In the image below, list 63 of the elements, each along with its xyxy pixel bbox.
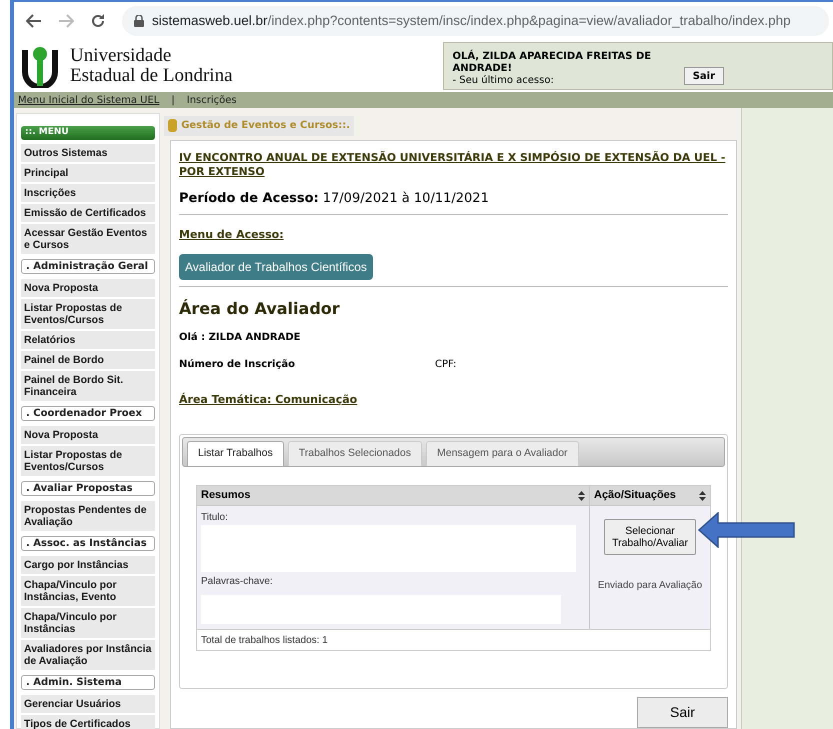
section-heading: Área do Avaliador: [179, 298, 341, 320]
column-header[interactable]: Resumos: [197, 486, 590, 506]
sort-icon: [699, 490, 706, 500]
address-bar[interactable]: sistemasweb.uel.br/index.php?contents=system/insc/index.php&pagina=view/avaliador_trabalho/index.php: [122, 6, 829, 36]
menu-item[interactable]: Outros Sistemas: [21, 144, 155, 162]
cpf-label: CPF:: [435, 358, 456, 372]
menu-section-header[interactable]: . Avaliar Propostas: [21, 480, 155, 496]
exit-button[interactable]: Sair: [637, 697, 728, 728]
menu-item[interactable]: Relatórios: [21, 330, 155, 348]
menu-item[interactable]: Acessar Gestão Eventos e Cursos: [21, 224, 155, 254]
back-icon[interactable]: [26, 14, 42, 28]
menu-item[interactable]: Propostas Pendentes de Avaliação: [21, 500, 155, 530]
panel-title: Gestão de Eventos e Cursos::.: [181, 119, 350, 134]
menu-item[interactable]: Listar Propostas de Eventos/Cursos: [21, 446, 155, 476]
logo-text: Estadual de Londrina: [70, 66, 233, 86]
sort-icon: [578, 490, 585, 500]
table-footer: Total de trabalhos listados: 1: [197, 629, 710, 650]
menu-item[interactable]: Cargo por Instâncias: [21, 556, 155, 574]
menu-section-header[interactable]: . Admin. Sistema: [21, 674, 155, 690]
period-label: Período de Acesso:: [179, 190, 319, 208]
period-value: 17/09/2021 à 10/11/2021: [322, 190, 489, 208]
menu-item[interactable]: Painel de Bordo Sit. Financeira: [21, 370, 155, 400]
title-label: Titulo:: [201, 511, 229, 525]
breadcrumb-text: Inscrições: [186, 94, 237, 108]
menu-item[interactable]: Painel de Bordo: [21, 350, 155, 368]
hello-text: Olá : ZILDA ANDRADE: [179, 330, 302, 344]
arrow-icon: [698, 512, 795, 548]
menu-section-header[interactable]: . Assoc. as Instâncias: [21, 536, 155, 550]
registration-label: Número de Inscrição: [179, 358, 296, 372]
select-work-button[interactable]: Selecionar Trabalho/Avaliar: [604, 519, 696, 555]
status-text: Enviado para Avaliação: [598, 579, 702, 593]
menu-header: ::. MENU: [21, 126, 155, 140]
lock-icon: [134, 15, 144, 27]
event-title-link[interactable]: IV ENCONTRO ANUAL DE EXTENSÃO UNIVERSITÁRIA E X SIMPÓSIO DE EXTENSÃO DA UEL - POR EXTENSO: [179, 150, 728, 178]
greeting-text: OLÁ, ZILDA APARECIDA FREITAS DE ANDRADE!: [452, 51, 652, 75]
keywords-label: Palavras-chave:: [201, 575, 274, 589]
evaluator-button[interactable]: Avaliador de Trabalhos Científicos: [179, 254, 373, 280]
menu-item[interactable]: Chapa/Vinculo por Instâncias, Evento: [21, 576, 155, 606]
tab[interactable]: Mensagem para o Avaliador: [426, 441, 579, 466]
home-menu-link[interactable]: Menu Inicial do Sistema UEL: [18, 92, 160, 108]
access-menu-link[interactable]: Menu de Acesso:: [179, 227, 728, 244]
menu-item[interactable]: Gerenciar Usuários: [21, 694, 155, 712]
menu-item[interactable]: Principal: [21, 164, 155, 182]
menu-item[interactable]: Tipos de Certificados: [21, 714, 155, 729]
menu-item[interactable]: Nova Proposta: [21, 278, 155, 296]
thematic-area-link[interactable]: Área Temática: Comunicação: [179, 392, 728, 408]
tab[interactable]: Listar Trabalhos: [187, 441, 284, 466]
menu-item[interactable]: Nova Proposta: [21, 426, 155, 444]
logout-button[interactable]: Sair: [684, 67, 724, 85]
menu-item[interactable]: Chapa/Vinculo por Instâncias: [21, 608, 155, 638]
breadcrumb-text: |: [171, 94, 175, 108]
logo-text: Universidade: [70, 46, 172, 66]
menu-section-header[interactable]: . Coordenador Proex: [21, 406, 155, 420]
menu-item[interactable]: Emissão de Certificados: [21, 204, 155, 222]
tab[interactable]: Trabalhos Selecionados: [288, 441, 422, 466]
menu-item[interactable]: Avaliadores por Instância de Avaliação: [21, 640, 155, 670]
url-text: sistemasweb.uel.br/index.php?contents=system/insc/index.php&pagina=view/avaliador_trabalho/index.php: [152, 12, 791, 30]
menu-section-header[interactable]: . Administração Geral: [21, 258, 155, 274]
menu-item[interactable]: Listar Propostas de Eventos/Cursos: [21, 298, 155, 328]
menu-item[interactable]: Inscrições: [21, 184, 155, 202]
column-header[interactable]: Ação/Situações: [590, 486, 710, 506]
reload-icon[interactable]: [90, 13, 106, 29]
last-access-text: - Seu último acesso:: [452, 75, 555, 87]
